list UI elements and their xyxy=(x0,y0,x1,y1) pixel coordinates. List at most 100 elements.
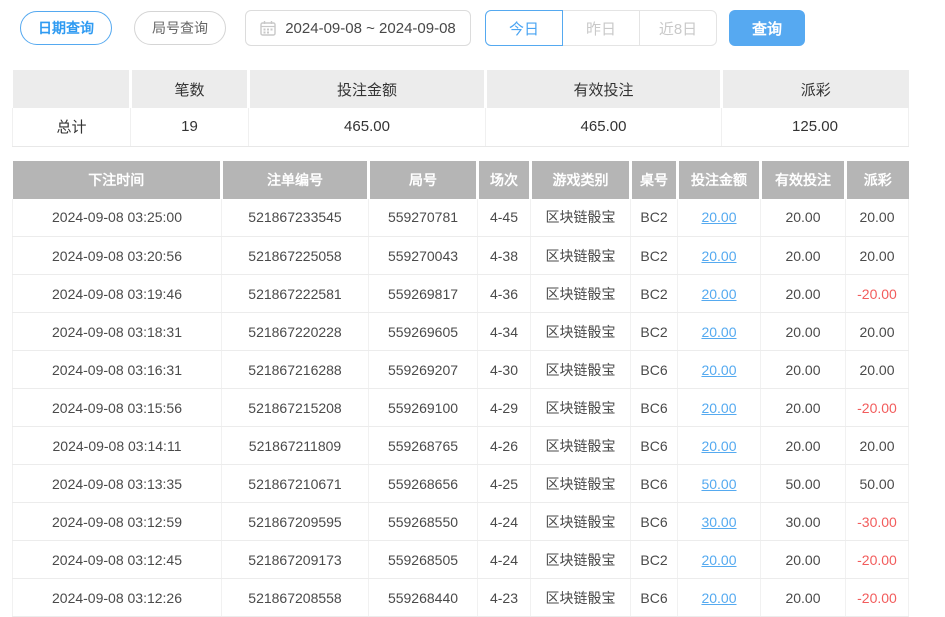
header-bet-amount: 投注金额 xyxy=(678,161,761,199)
cell-bet-time: 2024-09-08 03:12:26 xyxy=(13,579,222,617)
round-query-button[interactable]: 局号查询 xyxy=(134,11,226,45)
header-table-id: 桌号 xyxy=(631,161,678,199)
cell-session: 4-30 xyxy=(478,351,531,389)
cell-round-id: 559269207 xyxy=(369,351,478,389)
header-session: 场次 xyxy=(478,161,531,199)
bet-table-body: 2024-09-08 03:25:00 521867233545 5592707… xyxy=(13,199,909,617)
cell-valid-bet: 20.00 xyxy=(761,275,846,313)
bet-amount-link[interactable]: 20.00 xyxy=(701,209,736,225)
summary-header-payout: 派彩 xyxy=(722,70,909,108)
cell-game-type: 区块链骰宝 xyxy=(531,389,631,427)
cell-session: 4-36 xyxy=(478,275,531,313)
cell-round-id: 559270781 xyxy=(369,199,478,237)
bet-amount-link[interactable]: 20.00 xyxy=(701,286,736,302)
bet-table-row: 2024-09-08 03:20:56 521867225058 5592700… xyxy=(13,237,909,275)
cell-table-id: BC6 xyxy=(631,503,678,541)
bet-table-row: 2024-09-08 03:16:31 521867216288 5592692… xyxy=(13,351,909,389)
bet-table-row: 2024-09-08 03:25:00 521867233545 5592707… xyxy=(13,199,909,237)
cell-bet-time: 2024-09-08 03:19:46 xyxy=(13,275,222,313)
cell-round-id: 559269605 xyxy=(369,313,478,351)
summary-total-row: 总计 19 465.00 465.00 125.00 xyxy=(13,108,909,146)
cell-payout: -20.00 xyxy=(846,541,909,579)
cell-bet-id: 521867220228 xyxy=(222,313,369,351)
bet-amount-link[interactable]: 20.00 xyxy=(701,324,736,340)
cell-bet-amount: 20.00 xyxy=(678,541,761,579)
cell-payout: 50.00 xyxy=(846,465,909,503)
summary-total-valid-bet: 465.00 xyxy=(486,108,722,146)
bet-amount-link[interactable]: 20.00 xyxy=(701,552,736,568)
cell-table-id: BC2 xyxy=(631,313,678,351)
cell-bet-id: 521867209595 xyxy=(222,503,369,541)
cell-round-id: 559268440 xyxy=(369,579,478,617)
header-bet-id: 注单编号 xyxy=(222,161,369,199)
cell-round-id: 559269817 xyxy=(369,275,478,313)
cell-table-id: BC6 xyxy=(631,427,678,465)
summary-total-payout: 125.00 xyxy=(722,108,909,146)
cell-bet-amount: 20.00 xyxy=(678,351,761,389)
date-query-button[interactable]: 日期查询 xyxy=(20,11,112,45)
date-range-picker[interactable]: 2024-09-08 ~ 2024-09-08 xyxy=(245,10,471,46)
cell-table-id: BC6 xyxy=(631,351,678,389)
cell-valid-bet: 20.00 xyxy=(761,313,846,351)
cell-bet-time: 2024-09-08 03:12:59 xyxy=(13,503,222,541)
today-button[interactable]: 今日 xyxy=(485,10,563,46)
summary-header-row: 笔数 投注金额 有效投注 派彩 xyxy=(13,70,909,108)
yesterday-button[interactable]: 昨日 xyxy=(562,10,640,46)
cell-session: 4-34 xyxy=(478,313,531,351)
cell-game-type: 区块链骰宝 xyxy=(531,237,631,275)
cell-bet-amount: 30.00 xyxy=(678,503,761,541)
cell-session: 4-24 xyxy=(478,503,531,541)
cell-valid-bet: 20.00 xyxy=(761,541,846,579)
cell-round-id: 559268656 xyxy=(369,465,478,503)
cell-bet-amount: 20.00 xyxy=(678,237,761,275)
cell-session: 4-23 xyxy=(478,579,531,617)
cell-bet-amount: 20.00 xyxy=(678,389,761,427)
bet-amount-link[interactable]: 20.00 xyxy=(701,248,736,264)
summary-table: 笔数 投注金额 有效投注 派彩 总计 19 465.00 465.00 125.… xyxy=(12,70,909,147)
bet-amount-link[interactable]: 20.00 xyxy=(701,590,736,606)
cell-table-id: BC2 xyxy=(631,275,678,313)
cell-payout: -20.00 xyxy=(846,389,909,427)
bet-amount-link[interactable]: 50.00 xyxy=(701,476,736,492)
cell-game-type: 区块链骰宝 xyxy=(531,275,631,313)
cell-table-id: BC6 xyxy=(631,465,678,503)
cell-bet-id: 521867225058 xyxy=(222,237,369,275)
search-button[interactable]: 查询 xyxy=(729,10,805,46)
cell-round-id: 559268505 xyxy=(369,541,478,579)
date-range-value: 2024-09-08 ~ 2024-09-08 xyxy=(285,20,456,37)
cell-table-id: BC2 xyxy=(631,541,678,579)
cell-game-type: 区块链骰宝 xyxy=(531,465,631,503)
cell-bet-amount: 20.00 xyxy=(678,199,761,237)
cell-valid-bet: 20.00 xyxy=(761,237,846,275)
summary-total-label: 总计 xyxy=(13,108,131,146)
bet-amount-link[interactable]: 20.00 xyxy=(701,362,736,378)
bet-amount-link[interactable]: 20.00 xyxy=(701,400,736,416)
bet-table-row: 2024-09-08 03:12:59 521867209595 5592685… xyxy=(13,503,909,541)
cell-payout: 20.00 xyxy=(846,237,909,275)
cell-game-type: 区块链骰宝 xyxy=(531,503,631,541)
cell-session: 4-26 xyxy=(478,427,531,465)
summary-header-valid-bet: 有效投注 xyxy=(486,70,722,108)
cell-bet-id: 521867210671 xyxy=(222,465,369,503)
bet-amount-link[interactable]: 30.00 xyxy=(701,514,736,530)
cell-valid-bet: 20.00 xyxy=(761,389,846,427)
cell-valid-bet: 20.00 xyxy=(761,579,846,617)
cell-game-type: 区块链骰宝 xyxy=(531,427,631,465)
cell-table-id: BC6 xyxy=(631,579,678,617)
summary-header-bet-amount: 投注金额 xyxy=(249,70,486,108)
bet-amount-link[interactable]: 20.00 xyxy=(701,438,736,454)
bet-table-row: 2024-09-08 03:15:56 521867215208 5592691… xyxy=(13,389,909,427)
cell-payout: 20.00 xyxy=(846,199,909,237)
bet-records-table: 下注时间 注单编号 局号 场次 游戏类别 桌号 投注金额 有效投注 派彩 202… xyxy=(12,161,909,617)
cell-game-type: 区块链骰宝 xyxy=(531,541,631,579)
cell-bet-amount: 50.00 xyxy=(678,465,761,503)
bet-table-row: 2024-09-08 03:14:11 521867211809 5592687… xyxy=(13,427,909,465)
cell-round-id: 559269100 xyxy=(369,389,478,427)
cell-bet-amount: 20.00 xyxy=(678,427,761,465)
last-8-days-button[interactable]: 近8日 xyxy=(639,10,717,46)
summary-header-corner xyxy=(13,70,131,108)
cell-bet-time: 2024-09-08 03:14:11 xyxy=(13,427,222,465)
cell-bet-time: 2024-09-08 03:15:56 xyxy=(13,389,222,427)
cell-valid-bet: 20.00 xyxy=(761,351,846,389)
header-payout: 派彩 xyxy=(846,161,909,199)
